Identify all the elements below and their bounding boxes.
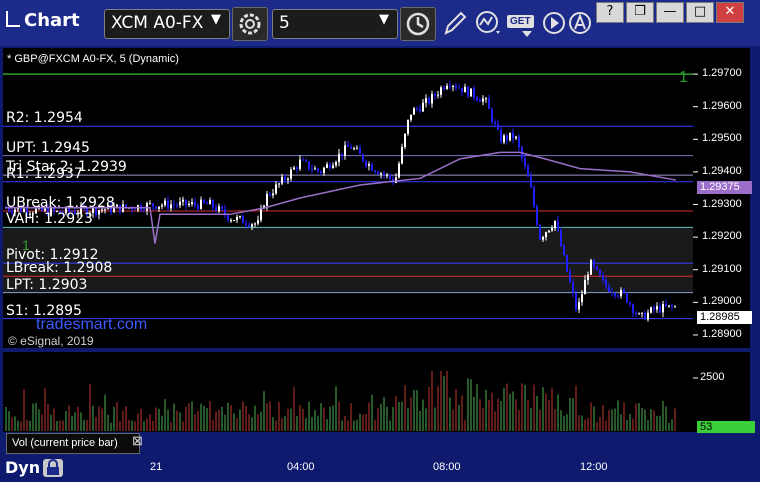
time-tick: 08:00: [433, 461, 461, 473]
volume-close-button[interactable]: ⊠: [132, 433, 143, 449]
volume-last-label: 53: [697, 421, 755, 433]
volume-canvas: [5, 371, 698, 431]
close-icon: ⊠: [132, 433, 143, 448]
time-axis[interactable]: [0, 455, 760, 481]
time-tick: 04:00: [287, 461, 315, 473]
time-tick: 21: [150, 461, 163, 473]
lock-button[interactable]: [43, 459, 63, 477]
volume-study-tag[interactable]: Vol (current price bar): [6, 433, 140, 454]
time-tick: 12:00: [580, 461, 608, 473]
lock-icon: [47, 459, 59, 475]
dynamic-label[interactable]: Dyn: [5, 458, 40, 477]
volume-study-name: Vol (current price bar): [12, 437, 118, 449]
volume-tick: 2500: [700, 371, 725, 383]
